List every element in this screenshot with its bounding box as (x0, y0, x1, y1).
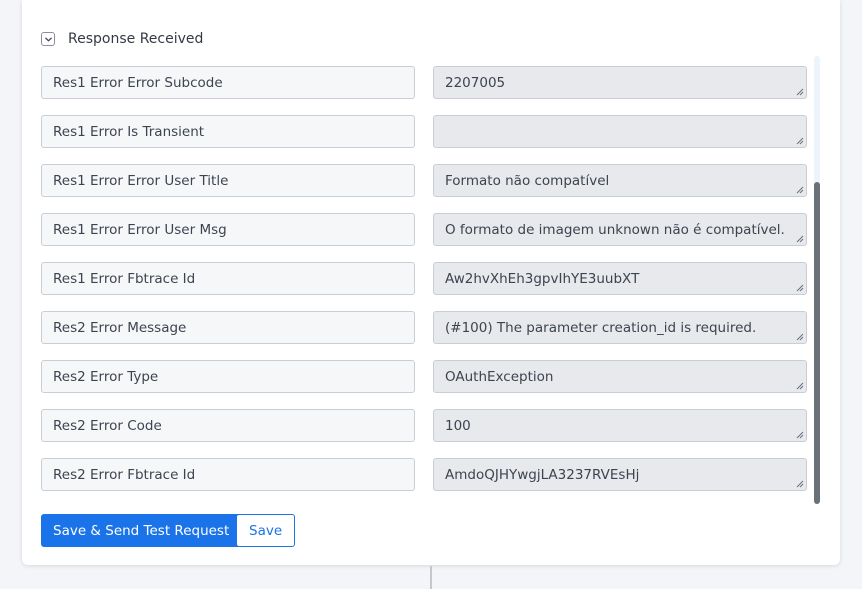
field-list: Res1 Error Error Subcode 2207005 Res1 Er… (41, 66, 807, 507)
field-value[interactable] (433, 115, 807, 148)
field-value-text: Formato não compatível (445, 172, 610, 189)
field-value-text: (#100) The parameter creation_id is requ… (445, 319, 757, 336)
field-value[interactable]: Aw2hvXhEh3gpvIhYE3uubXT (433, 262, 807, 295)
flow-connector-line (430, 566, 432, 589)
chevron-down-icon (44, 37, 52, 41)
field-row: Res2 Error Type OAuthException (41, 360, 807, 409)
resize-grip-icon[interactable] (796, 480, 804, 488)
field-label: Res1 Error Is Transient (41, 115, 415, 148)
field-label: Res1 Error Error User Title (41, 164, 415, 197)
resize-grip-icon[interactable] (796, 235, 804, 243)
field-label: Res1 Error Error Subcode (41, 66, 415, 99)
resize-grip-icon[interactable] (796, 186, 804, 194)
field-label: Res2 Error Fbtrace Id (41, 458, 415, 491)
section-header: Response Received (41, 28, 203, 50)
field-value[interactable]: AmdoQJHYwgjLA3237RVEsHj (433, 458, 807, 491)
field-value[interactable]: 100 (433, 409, 807, 442)
field-row: Res1 Error Error Subcode 2207005 (41, 66, 807, 115)
field-row: Res2 Error Code 100 (41, 409, 807, 458)
field-value[interactable]: O formato de imagem unknown não é compat… (433, 213, 807, 246)
field-row: Res2 Error Message (#100) The parameter … (41, 311, 807, 360)
field-value-text: 2207005 (445, 74, 506, 91)
field-row: Res1 Error Error User Msg O formato de i… (41, 213, 807, 262)
resize-grip-icon[interactable] (796, 88, 804, 96)
field-value[interactable]: OAuthException (433, 360, 807, 393)
scrollbar-thumb[interactable] (814, 182, 820, 504)
response-card: Response Received Res1 Error Error Subco… (22, 0, 840, 565)
section-toggle[interactable] (41, 32, 55, 46)
field-row: Res1 Error Is Transient (41, 115, 807, 164)
field-value-text: AmdoQJHYwgjLA3237RVEsHj (445, 466, 640, 483)
field-row: Res2 Error Fbtrace Id AmdoQJHYwgjLA3237R… (41, 458, 807, 507)
field-row: Res1 Error Fbtrace Id Aw2hvXhEh3gpvIhYE3… (41, 262, 807, 311)
field-label: Res2 Error Message (41, 311, 415, 344)
field-value-text: Aw2hvXhEh3gpvIhYE3uubXT (445, 270, 640, 287)
field-row: Res1 Error Error User Title Formato não … (41, 164, 807, 213)
field-label: Res2 Error Code (41, 409, 415, 442)
save-and-send-test-request-button[interactable]: Save & Send Test Request (41, 514, 242, 547)
field-value-text: OAuthException (445, 368, 554, 385)
field-value[interactable]: 2207005 (433, 66, 807, 99)
field-label: Res1 Error Error User Msg (41, 213, 415, 246)
resize-grip-icon[interactable] (796, 333, 804, 341)
field-value-text: O formato de imagem unknown não é compat… (445, 221, 785, 238)
field-value[interactable]: (#100) The parameter creation_id is requ… (433, 311, 807, 344)
resize-grip-icon[interactable] (796, 137, 804, 145)
field-label: Res2 Error Type (41, 360, 415, 393)
resize-grip-icon[interactable] (796, 382, 804, 390)
resize-grip-icon[interactable] (796, 431, 804, 439)
resize-grip-icon[interactable] (796, 284, 804, 292)
field-value[interactable]: Formato não compatível (433, 164, 807, 197)
save-button[interactable]: Save (236, 514, 296, 547)
field-value-text: 100 (445, 417, 471, 434)
section-title: Response Received (68, 31, 204, 47)
field-label: Res1 Error Fbtrace Id (41, 262, 415, 295)
